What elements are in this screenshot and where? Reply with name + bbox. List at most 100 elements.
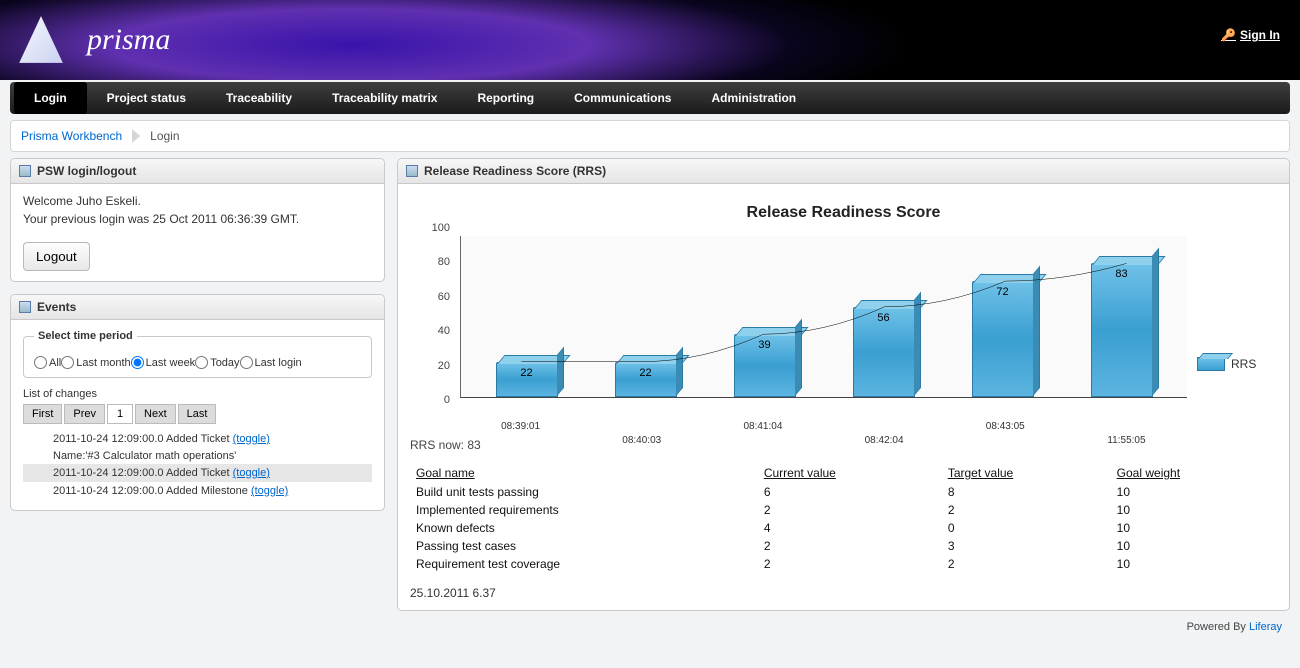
sign-in-label: Sign In [1240,28,1280,42]
goals-cell: 2 [760,502,942,518]
bar-value-label: 22 [616,367,676,379]
sign-in-link[interactable]: Sign In [1221,28,1280,42]
goals-cell: 2 [760,538,942,554]
goals-cell: Known defects [412,520,758,536]
time-period-option[interactable]: Today [195,356,239,369]
nav-item-login[interactable]: Login [14,82,87,114]
goals-cell: 0 [944,520,1111,536]
time-period-option[interactable]: Last week [131,356,196,369]
header-background [0,0,1300,80]
portlet-icon [19,301,31,313]
change-text: 2011-10-24 12:09:00.0 Added Ticket [53,433,233,445]
goals-cell: 6 [760,484,942,500]
toggle-link[interactable]: (toggle) [251,485,288,497]
goals-row: Build unit tests passing6810 [412,484,1275,500]
chart-bars: 22 22 39 56 72 83 [461,236,1187,397]
goals-cell: 10 [1113,484,1275,500]
pager-next-button[interactable]: Next [135,404,176,424]
goals-header: Goal name [412,464,758,482]
pager-first-button[interactable]: First [23,404,62,424]
goals-cell: 10 [1113,502,1275,518]
events-portlet: Events Select time period AllLast monthL… [10,294,385,511]
portlet-header: Release Readiness Score (RRS) [398,159,1289,184]
liferay-link[interactable]: Liferay [1249,621,1282,633]
y-tick: 20 [438,360,450,372]
y-tick: 80 [438,256,450,268]
nav-item-communications[interactable]: Communications [554,82,691,114]
time-period-option[interactable]: Last login [240,356,302,369]
pager-last-button[interactable]: Last [178,404,217,424]
change-row: 2011-10-24 12:09:00.0 Added Ticket (togg… [23,430,372,448]
radio-label: Today [210,357,239,369]
y-tick: 100 [432,222,450,234]
radio-label: Last month [76,357,130,369]
brand-text: prisma [87,23,170,57]
y-tick: 60 [438,291,450,303]
change-text: 2011-10-24 12:09:00.0 Added Ticket [53,467,233,479]
x-tick: 11:55:05 [1066,435,1187,446]
change-detail: Name:'#3 Calculator math operations' [23,448,372,464]
nav-item-reporting[interactable]: Reporting [457,82,554,114]
logo-area: prisma [0,14,170,66]
x-axis-labels: 08:39:0108:40:0308:41:0408:42:0408:43:05… [460,421,1187,432]
time-period-option[interactable]: Last month [61,356,130,369]
pager-page-input[interactable] [107,404,133,424]
pager-prev-button[interactable]: Prev [64,404,105,424]
toggle-link[interactable]: (toggle) [233,467,270,479]
goals-row: Known defects4010 [412,520,1275,536]
radio-today[interactable] [195,356,208,369]
nav-item-administration[interactable]: Administration [691,82,816,114]
list-of-changes-label: List of changes [23,388,372,400]
bar-value-label: 83 [1092,268,1152,280]
footer: Powered By Liferay [0,611,1300,643]
portlet-icon [19,165,31,177]
radio-all[interactable] [34,356,47,369]
x-tick: 08:43:05 [945,421,1066,432]
radio-last-login[interactable] [240,356,253,369]
toggle-link[interactable]: (toggle) [233,433,270,445]
chart-container: Release Readiness Score 020406080100 222… [410,194,1277,432]
y-tick: 0 [444,394,450,406]
events-portlet-title: Events [37,300,76,314]
nav-item-project-status[interactable]: Project status [87,82,206,114]
radio-last-week[interactable] [131,356,144,369]
goals-cell: 4 [760,520,942,536]
legend-label: RRS [1231,357,1256,371]
goals-header: Target value [944,464,1111,482]
chart-bar: 39 [734,334,796,397]
chart-bar: 83 [1091,263,1153,397]
main-nav: LoginProject statusTraceabilityTraceabil… [10,82,1290,114]
x-tick: 08:40:03 [581,435,702,446]
goals-cell: 2 [944,502,1111,518]
rrs-portlet: Release Readiness Score (RRS) Release Re… [397,158,1290,611]
y-axis: 020406080100 [420,228,452,400]
breadcrumb-root[interactable]: Prisma Workbench [21,129,122,143]
goals-cell: 2 [760,556,942,572]
legend-swatch [1197,357,1225,371]
goals-cell: Requirement test coverage [412,556,758,572]
goals-row: Requirement test coverage2210 [412,556,1275,572]
bar-value-label: 56 [854,312,914,324]
powered-by-label: Powered By [1187,621,1249,633]
bar-value-label: 22 [497,367,557,379]
x-tick: 08:39:01 [460,421,581,432]
time-period-fieldset: Select time period AllLast monthLast wee… [23,330,372,378]
chart-plot: 22 22 39 56 72 83 [460,236,1187,398]
nav-item-traceability[interactable]: Traceability [206,82,312,114]
goals-row: Passing test cases2310 [412,538,1275,554]
radio-last-month[interactable] [61,356,74,369]
chart-bar: 22 [615,362,677,397]
goals-cell: 10 [1113,520,1275,536]
time-period-options: All Last monthLast week TodayLast login [34,356,361,369]
nav-item-traceability-matrix[interactable]: Traceability matrix [312,82,457,114]
app-header: prisma Sign In [0,0,1300,80]
chart-bar: 22 [496,362,558,397]
time-period-option[interactable]: All [34,356,61,369]
bar-value-label: 72 [973,286,1033,298]
y-tick: 40 [438,325,450,337]
logout-button[interactable]: Logout [23,242,90,271]
portlet-header: Events [11,295,384,320]
change-list: 2011-10-24 12:09:00.0 Added Ticket (togg… [23,430,372,500]
rrs-portlet-title: Release Readiness Score (RRS) [424,164,606,178]
goals-table: Goal nameCurrent valueTarget valueGoal w… [410,462,1277,574]
